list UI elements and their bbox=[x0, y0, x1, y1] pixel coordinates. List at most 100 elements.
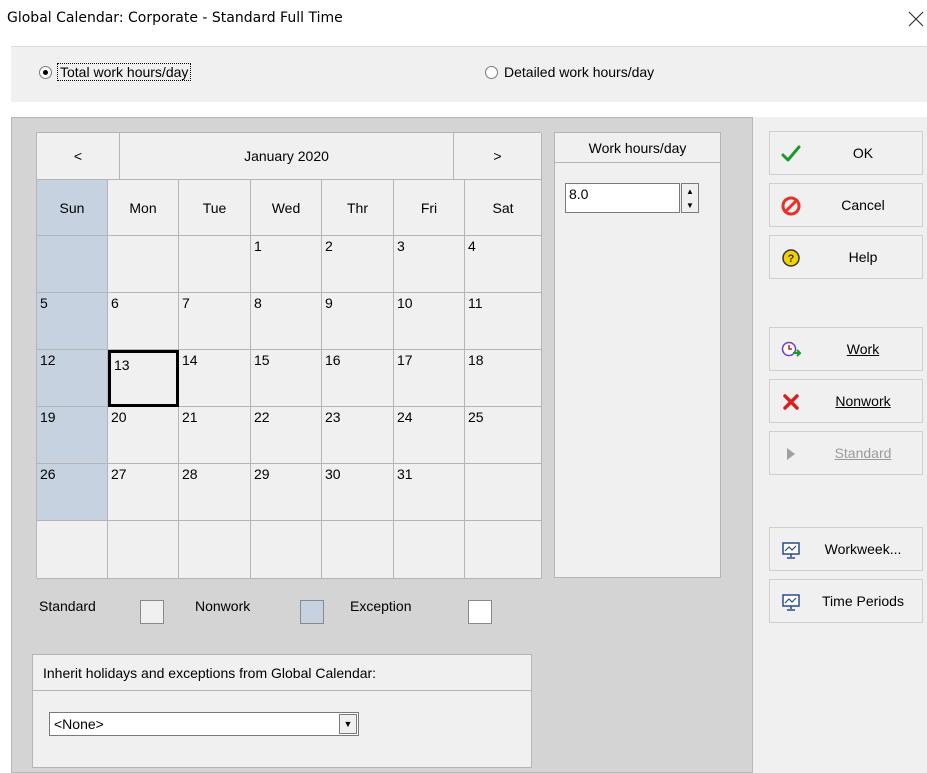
weekday-header-sat: Sat bbox=[465, 180, 542, 236]
prev-month-button[interactable]: < bbox=[37, 133, 120, 180]
red-x-icon bbox=[781, 392, 801, 412]
mode-selector: Total work hours/day Detailed work hours… bbox=[11, 46, 927, 102]
dropdown-arrow-icon[interactable]: ▼ bbox=[339, 714, 357, 734]
ok-button[interactable]: OK bbox=[769, 131, 923, 175]
day-cell[interactable]: 24 bbox=[394, 407, 465, 464]
work-hours-input[interactable]: 8.0 bbox=[565, 183, 680, 213]
nonwork-label: Nonwork bbox=[835, 393, 891, 409]
day-cell[interactable]: 8 bbox=[251, 293, 322, 350]
help-icon: ? bbox=[781, 248, 801, 268]
work-hours-spinner[interactable]: ▲ ▼ bbox=[681, 183, 699, 213]
day-cell[interactable]: 29 bbox=[251, 464, 322, 521]
day-cell[interactable]: 26 bbox=[37, 464, 108, 521]
day-cell[interactable]: 5 bbox=[37, 293, 108, 350]
time-periods-button[interactable]: Time Periods bbox=[769, 579, 923, 623]
weekday-header-sun: Sun bbox=[37, 180, 108, 236]
clock-arrow-icon bbox=[781, 340, 803, 360]
detailed-hours-radio-indicator[interactable] bbox=[485, 65, 498, 79]
total-hours-radio-indicator[interactable] bbox=[39, 65, 52, 79]
day-cell[interactable] bbox=[394, 521, 465, 579]
day-cell[interactable]: 19 bbox=[37, 407, 108, 464]
inherit-calendar-select[interactable]: <None> ▼ bbox=[49, 712, 359, 736]
day-cell[interactable]: 17 bbox=[394, 350, 465, 407]
close-icon[interactable] bbox=[905, 8, 927, 30]
day-cell[interactable]: 1 bbox=[251, 236, 322, 293]
svg-text:?: ? bbox=[788, 253, 795, 265]
presentation-icon bbox=[781, 592, 801, 612]
day-cell[interactable]: 22 bbox=[251, 407, 322, 464]
calendar-panel: < January 2020 > Sun Mon Tue Wed Thr Fri… bbox=[11, 117, 753, 773]
inherit-label: Inherit holidays and exceptions from Glo… bbox=[33, 655, 531, 691]
workweek-button[interactable]: Workweek... bbox=[769, 527, 923, 571]
day-cell-selected[interactable]: 13 bbox=[108, 350, 179, 407]
day-cell[interactable] bbox=[465, 464, 542, 521]
ok-label: OK bbox=[852, 145, 874, 161]
checkmark-icon bbox=[781, 144, 801, 164]
total-hours-label: Total work hours/day bbox=[56, 63, 192, 81]
next-month-button[interactable]: > bbox=[454, 133, 542, 180]
day-cell[interactable]: 7 bbox=[179, 293, 251, 350]
spin-up-icon[interactable]: ▲ bbox=[682, 184, 698, 198]
day-cell[interactable] bbox=[108, 521, 179, 579]
window-title: Global Calendar: Corporate - Standard Fu… bbox=[7, 10, 343, 26]
work-button[interactable]: Work bbox=[769, 327, 923, 371]
day-cell[interactable]: 6 bbox=[108, 293, 179, 350]
workweek-label: Workweek... bbox=[824, 541, 902, 557]
day-cell[interactable]: 30 bbox=[322, 464, 394, 521]
play-arrow-icon bbox=[781, 444, 801, 464]
day-cell[interactable]: 11 bbox=[465, 293, 542, 350]
weekday-header-tue: Tue bbox=[179, 180, 251, 236]
presentation-icon bbox=[781, 540, 801, 560]
help-button[interactable]: ? Help bbox=[769, 235, 923, 279]
work-hours-panel: Work hours/day 8.0 ▲ ▼ bbox=[554, 132, 721, 578]
calendar-grid: < January 2020 > Sun Mon Tue Wed Thr Fri… bbox=[36, 132, 542, 579]
day-cell[interactable]: 9 bbox=[322, 293, 394, 350]
day-cell[interactable]: 15 bbox=[251, 350, 322, 407]
legend-exception-swatch bbox=[468, 600, 492, 624]
day-cell[interactable]: 10 bbox=[394, 293, 465, 350]
day-cell[interactable] bbox=[179, 236, 251, 293]
weekday-header-wed: Wed bbox=[251, 180, 322, 236]
day-cell[interactable] bbox=[465, 521, 542, 579]
day-cell[interactable]: 28 bbox=[179, 464, 251, 521]
day-cell[interactable]: 4 bbox=[465, 236, 542, 293]
day-cell[interactable]: 12 bbox=[37, 350, 108, 407]
day-cell[interactable]: 23 bbox=[322, 407, 394, 464]
title-bar: Global Calendar: Corporate - Standard Fu… bbox=[0, 0, 927, 38]
day-cell[interactable]: 16 bbox=[322, 350, 394, 407]
cancel-icon bbox=[781, 196, 801, 216]
day-cell[interactable]: 27 bbox=[108, 464, 179, 521]
day-cell[interactable] bbox=[322, 521, 394, 579]
total-hours-radio[interactable]: Total work hours/day bbox=[39, 63, 192, 81]
day-cell[interactable]: 20 bbox=[108, 407, 179, 464]
day-cell[interactable]: 25 bbox=[465, 407, 542, 464]
legend-standard-label: Standard bbox=[39, 598, 96, 614]
standard-button[interactable]: Standard bbox=[769, 431, 923, 475]
inherit-calendar-value: <None> bbox=[54, 716, 104, 732]
help-label: Help bbox=[848, 249, 878, 265]
day-cell[interactable] bbox=[108, 236, 179, 293]
nonwork-button[interactable]: Nonwork bbox=[769, 379, 923, 423]
weekday-header-fri: Fri bbox=[394, 180, 465, 236]
weekday-header-thr: Thr bbox=[322, 180, 394, 236]
day-cell[interactable]: 31 bbox=[394, 464, 465, 521]
detailed-hours-radio[interactable]: Detailed work hours/day bbox=[485, 64, 654, 80]
weekday-header-mon: Mon bbox=[108, 180, 179, 236]
day-cell[interactable] bbox=[37, 236, 108, 293]
day-cell[interactable]: 2 bbox=[322, 236, 394, 293]
cancel-label: Cancel bbox=[841, 197, 885, 213]
day-cell[interactable]: 3 bbox=[394, 236, 465, 293]
day-cell[interactable] bbox=[179, 521, 251, 579]
legend-exception-label: Exception bbox=[350, 598, 412, 614]
cancel-button[interactable]: Cancel bbox=[769, 183, 923, 227]
spin-down-icon[interactable]: ▼ bbox=[682, 198, 698, 212]
work-label: Work bbox=[846, 341, 880, 357]
detailed-hours-label: Detailed work hours/day bbox=[504, 64, 655, 80]
day-cell[interactable] bbox=[251, 521, 322, 579]
legend-standard-swatch bbox=[140, 600, 164, 624]
time-periods-label: Time Periods bbox=[822, 593, 904, 609]
day-cell[interactable]: 21 bbox=[179, 407, 251, 464]
day-cell[interactable]: 14 bbox=[179, 350, 251, 407]
day-cell[interactable]: 18 bbox=[465, 350, 542, 407]
day-cell[interactable] bbox=[37, 521, 108, 579]
